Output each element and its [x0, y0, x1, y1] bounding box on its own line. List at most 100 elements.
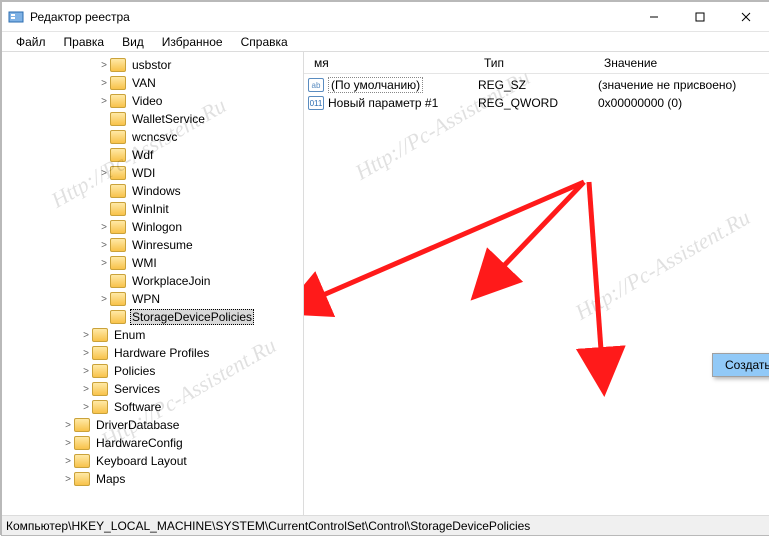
folder-icon: [110, 238, 126, 252]
tree-node-label: StorageDevicePolicies: [130, 309, 254, 325]
tree-node-label: DriverDatabase: [94, 418, 181, 432]
watermark: Http://Pc-Assistent.Ru: [571, 204, 755, 325]
tree-node[interactable]: StorageDevicePolicies: [8, 308, 303, 326]
tree-node[interactable]: >HardwareConfig: [8, 434, 303, 452]
folder-icon: [92, 346, 108, 360]
folder-icon: [110, 166, 126, 180]
annotation-arrows: [304, 52, 769, 515]
tree-node-label: Winlogon: [130, 220, 184, 234]
menu-view[interactable]: Вид: [114, 33, 152, 51]
expand-icon[interactable]: >: [62, 420, 74, 431]
tree-node-label: Winresume: [130, 238, 195, 252]
expand-icon[interactable]: >: [98, 240, 110, 251]
tree-node[interactable]: >VAN: [8, 74, 303, 92]
folder-icon: [110, 148, 126, 162]
context-menu: Создать ▶: [712, 353, 769, 377]
maximize-button[interactable]: [677, 2, 723, 32]
content-area: >usbstor>VAN>Video WalletService wcncsvc Wd…: [2, 52, 769, 515]
header-value[interactable]: Значение: [598, 56, 769, 70]
minimize-button[interactable]: [631, 2, 677, 32]
status-path: Компьютер\HKEY_LOCAL_MACHINE\SYSTEM\Curr…: [6, 519, 530, 533]
expand-icon[interactable]: >: [98, 294, 110, 305]
expand-icon[interactable]: >: [80, 366, 92, 377]
expand-icon[interactable]: >: [62, 438, 74, 449]
tree-node-label: Keyboard Layout: [94, 454, 189, 468]
folder-icon: [110, 202, 126, 216]
tree-node[interactable]: WalletService: [8, 110, 303, 128]
value-name: Новый параметр #1: [328, 96, 478, 110]
list-header: мя Тип Значение: [304, 52, 769, 74]
expand-icon[interactable]: >: [62, 456, 74, 467]
close-button[interactable]: [723, 2, 769, 32]
folder-icon: [110, 130, 126, 144]
value-type-icon: 011: [308, 96, 324, 110]
tree-node[interactable]: > Winlogon: [8, 218, 303, 236]
header-type[interactable]: Тип: [478, 56, 598, 70]
table-row[interactable]: 011 Новый параметр #1REG_QWORD0x00000000 …: [304, 94, 769, 112]
header-name[interactable]: мя: [308, 56, 478, 70]
tree-node-label: WMI: [130, 256, 159, 270]
tree-node-label: WalletService: [130, 112, 207, 126]
folder-icon: [110, 220, 126, 234]
expand-icon[interactable]: >: [80, 348, 92, 359]
folder-icon: [74, 454, 90, 468]
window-title: Редактор реестра: [30, 10, 631, 24]
expand-icon[interactable]: >: [80, 402, 92, 413]
folder-icon: [110, 112, 126, 126]
expand-icon[interactable]: >: [98, 78, 110, 89]
value-type: REG_QWORD: [478, 96, 598, 110]
expand-icon[interactable]: >: [98, 168, 110, 179]
table-row[interactable]: ab(По умолчанию)REG_SZ(значение не присв…: [304, 76, 769, 94]
folder-icon: [110, 274, 126, 288]
list-body: ab(По умолчанию)REG_SZ(значение не присв…: [304, 74, 769, 114]
tree-node[interactable]: > Winresume: [8, 236, 303, 254]
tree-node-label: wcncsvc: [130, 130, 179, 144]
expand-icon[interactable]: >: [80, 384, 92, 395]
folder-icon: [92, 364, 108, 378]
folder-icon: [92, 328, 108, 342]
tree-node[interactable]: >Video: [8, 92, 303, 110]
tree-node[interactable]: >Software: [8, 398, 303, 416]
menu-favorites[interactable]: Избранное: [154, 33, 231, 51]
folder-icon: [92, 400, 108, 414]
folder-icon: [92, 382, 108, 396]
tree-node[interactable]: > WPN: [8, 290, 303, 308]
menu-help[interactable]: Справка: [233, 33, 296, 51]
tree-node-label: Services: [112, 382, 162, 396]
expand-icon[interactable]: >: [98, 96, 110, 107]
tree-node[interactable]: >Enum: [8, 326, 303, 344]
tree-node[interactable]: > Keyboard Layout: [8, 452, 303, 470]
tree-node[interactable]: >Maps: [8, 470, 303, 488]
tree-node[interactable]: > WDI: [8, 164, 303, 182]
expand-icon[interactable]: >: [62, 474, 74, 485]
tree-node-label: WinInit: [130, 202, 171, 216]
tree-node-label: WPN: [130, 292, 162, 306]
tree-node[interactable]: Windows: [8, 182, 303, 200]
expand-icon[interactable]: >: [98, 222, 110, 233]
tree-node[interactable]: >usbstor: [8, 56, 303, 74]
tree-node[interactable]: wcncsvc: [8, 128, 303, 146]
tree-node[interactable]: WorkplaceJoin: [8, 272, 303, 290]
expand-icon[interactable]: >: [98, 60, 110, 71]
value-data: 0x00000000 (0): [598, 96, 769, 110]
list-pane[interactable]: мя Тип Значение ab(По умолчанию)REG_SZ(з…: [304, 52, 769, 515]
expand-icon[interactable]: >: [98, 258, 110, 269]
folder-icon: [74, 436, 90, 450]
menu-file[interactable]: Файл: [8, 33, 54, 51]
context-create[interactable]: Создать ▶: [713, 354, 769, 376]
tree-node[interactable]: WinInit: [8, 200, 303, 218]
tree-node[interactable]: >Policies: [8, 362, 303, 380]
expand-icon[interactable]: >: [80, 330, 92, 341]
tree-node[interactable]: Wdf: [8, 146, 303, 164]
tree-pane[interactable]: >usbstor>VAN>Video WalletService wcncsvc Wd…: [2, 52, 304, 515]
tree-node[interactable]: > Hardware Profiles: [8, 344, 303, 362]
folder-icon: [110, 256, 126, 270]
tree-node[interactable]: > DriverDatabase: [8, 416, 303, 434]
menu-edit[interactable]: Правка: [56, 33, 113, 51]
folder-icon: [110, 292, 126, 306]
tree-node[interactable]: > Services: [8, 380, 303, 398]
tree-node-label: WDI: [130, 166, 157, 180]
tree-node-label: Windows: [130, 184, 183, 198]
tree-node-label: Hardware Profiles: [112, 346, 211, 360]
tree-node[interactable]: > WMI: [8, 254, 303, 272]
